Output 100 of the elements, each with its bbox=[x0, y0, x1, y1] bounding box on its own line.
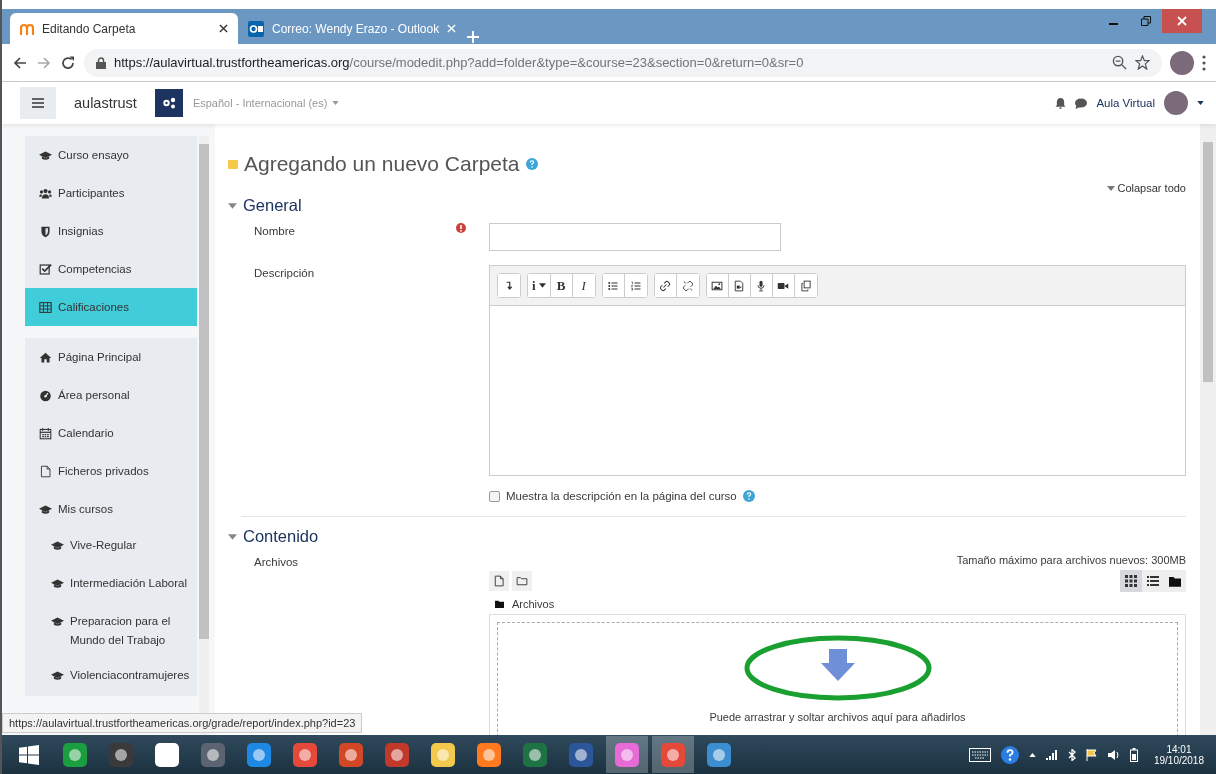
calendar-icon bbox=[39, 426, 52, 440]
gauge-icon bbox=[39, 388, 52, 402]
graduation-cap-icon bbox=[39, 148, 52, 162]
site-name[interactable]: aulastrust bbox=[74, 95, 137, 111]
sidebar-item[interactable]: Competencias bbox=[25, 250, 197, 288]
sidebar-item[interactable]: Curso ensayo bbox=[25, 136, 197, 174]
help-icon bbox=[525, 158, 538, 170]
caret-icon bbox=[332, 101, 340, 105]
window-close-button[interactable] bbox=[1162, 9, 1202, 33]
sidebar-item[interactable]: Participantes bbox=[25, 174, 197, 212]
m-logo-icon bbox=[20, 22, 34, 35]
profile-avatar[interactable] bbox=[1170, 50, 1194, 75]
more-icon[interactable] bbox=[1202, 54, 1206, 71]
star-icon[interactable] bbox=[1135, 55, 1150, 70]
sidebar-item[interactable]: Ficheros privados bbox=[25, 452, 197, 490]
menu-icon bbox=[32, 98, 44, 108]
folder-path-link[interactable]: Archivos bbox=[512, 598, 555, 610]
add-file-button[interactable] bbox=[489, 571, 509, 591]
caret-icon[interactable] bbox=[1197, 101, 1204, 105]
sidebar-item[interactable]: Área personal bbox=[25, 376, 197, 414]
broken-link-icon bbox=[681, 279, 694, 292]
collapse-all-link[interactable]: Colapsar todo bbox=[1106, 182, 1186, 194]
bluetooth-icon[interactable] bbox=[1067, 748, 1076, 761]
section-header[interactable]: General bbox=[228, 196, 1186, 215]
shield-icon bbox=[39, 224, 52, 238]
grid-view-button[interactable] bbox=[1120, 570, 1142, 592]
signal-icon[interactable] bbox=[1045, 749, 1058, 760]
speaker-icon[interactable] bbox=[1107, 748, 1120, 761]
help-icon[interactable] bbox=[1000, 745, 1019, 764]
close-icon bbox=[219, 24, 228, 33]
graduation-cap-icon bbox=[51, 615, 64, 628]
close-icon bbox=[447, 24, 457, 33]
clock-time[interactable]: 14:01 bbox=[1166, 743, 1192, 755]
sidebar-item[interactable]: Preparacion para el Mundo del Trabajo bbox=[25, 604, 197, 658]
flag-icon[interactable] bbox=[1085, 748, 1098, 761]
name-input-field[interactable] bbox=[489, 223, 781, 251]
graduation-cap-icon bbox=[51, 669, 64, 682]
drop-hint-text: Puede arrastrar y soltar archivos aquí para añadirlos bbox=[709, 711, 966, 723]
sidebar-item[interactable]: Calendario bbox=[25, 414, 197, 452]
image-icon bbox=[711, 279, 724, 292]
arrow-button[interactable] bbox=[498, 274, 520, 297]
graduation-cap-icon bbox=[51, 577, 64, 590]
zoom-out-icon[interactable] bbox=[1112, 55, 1127, 70]
file-icon bbox=[39, 464, 52, 478]
settings-button[interactable] bbox=[154, 89, 183, 117]
sidebar-item[interactable]: Página Principal bbox=[25, 338, 197, 376]
sidebar-item[interactable]: Vive-Regular bbox=[25, 528, 197, 566]
section-header[interactable]: Contenido bbox=[228, 527, 1186, 546]
scrollbar[interactable] bbox=[1200, 124, 1216, 735]
image-button[interactable] bbox=[706, 274, 729, 297]
sidebar-item[interactable]: Violenciacontramujeres bbox=[25, 658, 197, 696]
help-icon bbox=[742, 490, 755, 502]
checkbox[interactable] bbox=[489, 490, 500, 502]
down-arrow-icon bbox=[820, 649, 855, 681]
max-size-text: Tamaño máximo para archivos nuevos: 300MB bbox=[955, 554, 1186, 566]
gears-icon bbox=[161, 97, 176, 109]
new-tab-icon[interactable] bbox=[466, 30, 480, 44]
users-icon bbox=[39, 186, 52, 200]
paragraph-style-button[interactable]: i bbox=[528, 274, 551, 297]
numbered-list-icon bbox=[629, 279, 642, 292]
user-avatar[interactable] bbox=[1164, 91, 1188, 115]
menu-button[interactable] bbox=[20, 87, 56, 119]
link-button[interactable] bbox=[654, 274, 677, 297]
graduation-cap-icon bbox=[51, 539, 64, 552]
graduation-cap-icon bbox=[39, 502, 52, 516]
checkbox-label: Muestra la descripción en la página del curso bbox=[506, 490, 737, 502]
sidebar-item[interactable]: Insignias bbox=[25, 212, 197, 250]
close-icon bbox=[1177, 16, 1187, 26]
create-folder-button[interactable] bbox=[512, 571, 532, 591]
bell-icon[interactable] bbox=[1055, 97, 1067, 109]
clock-date[interactable]: 19/10/2018 bbox=[1153, 754, 1204, 766]
status-url: https://aulavirtual.trustfortheamericas.org/grade/report/index.php?id=23 bbox=[2, 713, 363, 733]
battery-icon[interactable] bbox=[1129, 747, 1138, 762]
caret-icon bbox=[1106, 185, 1115, 191]
grid-icon bbox=[1125, 575, 1137, 587]
copy-icon bbox=[799, 279, 812, 292]
chat-bubble-icon[interactable] bbox=[1075, 97, 1088, 109]
windows-logo-icon bbox=[19, 744, 39, 765]
back-icon[interactable] bbox=[12, 54, 28, 71]
caret-down-icon bbox=[228, 533, 237, 540]
restore-icon[interactable] bbox=[1141, 16, 1151, 26]
browser-tab[interactable]: Editando Carpeta bbox=[10, 13, 238, 44]
lock-icon bbox=[96, 56, 106, 69]
field-label: Descripción bbox=[254, 266, 316, 281]
sidebar-item[interactable]: Mis cursos bbox=[25, 490, 197, 528]
link-icon bbox=[659, 279, 672, 292]
sidebar-item[interactable]: Intermediación Laboral bbox=[25, 566, 197, 604]
caret-up-icon[interactable] bbox=[1028, 752, 1036, 757]
user-name[interactable]: Aula Virtual bbox=[1096, 97, 1155, 109]
bullet-list-icon bbox=[607, 279, 620, 292]
page-title: Agregando un nuevo Carpeta bbox=[244, 152, 520, 176]
bullet-list-button[interactable] bbox=[602, 274, 625, 297]
sidebar-item[interactable]: Calificaciones bbox=[25, 288, 197, 326]
field-label: Nombre bbox=[254, 224, 296, 239]
home-icon bbox=[39, 350, 52, 364]
mail-app-icon bbox=[248, 20, 264, 37]
file-icon bbox=[493, 575, 505, 587]
table-icon bbox=[39, 300, 52, 314]
keyboard-icon[interactable] bbox=[968, 747, 991, 762]
reload-icon[interactable] bbox=[60, 54, 76, 71]
